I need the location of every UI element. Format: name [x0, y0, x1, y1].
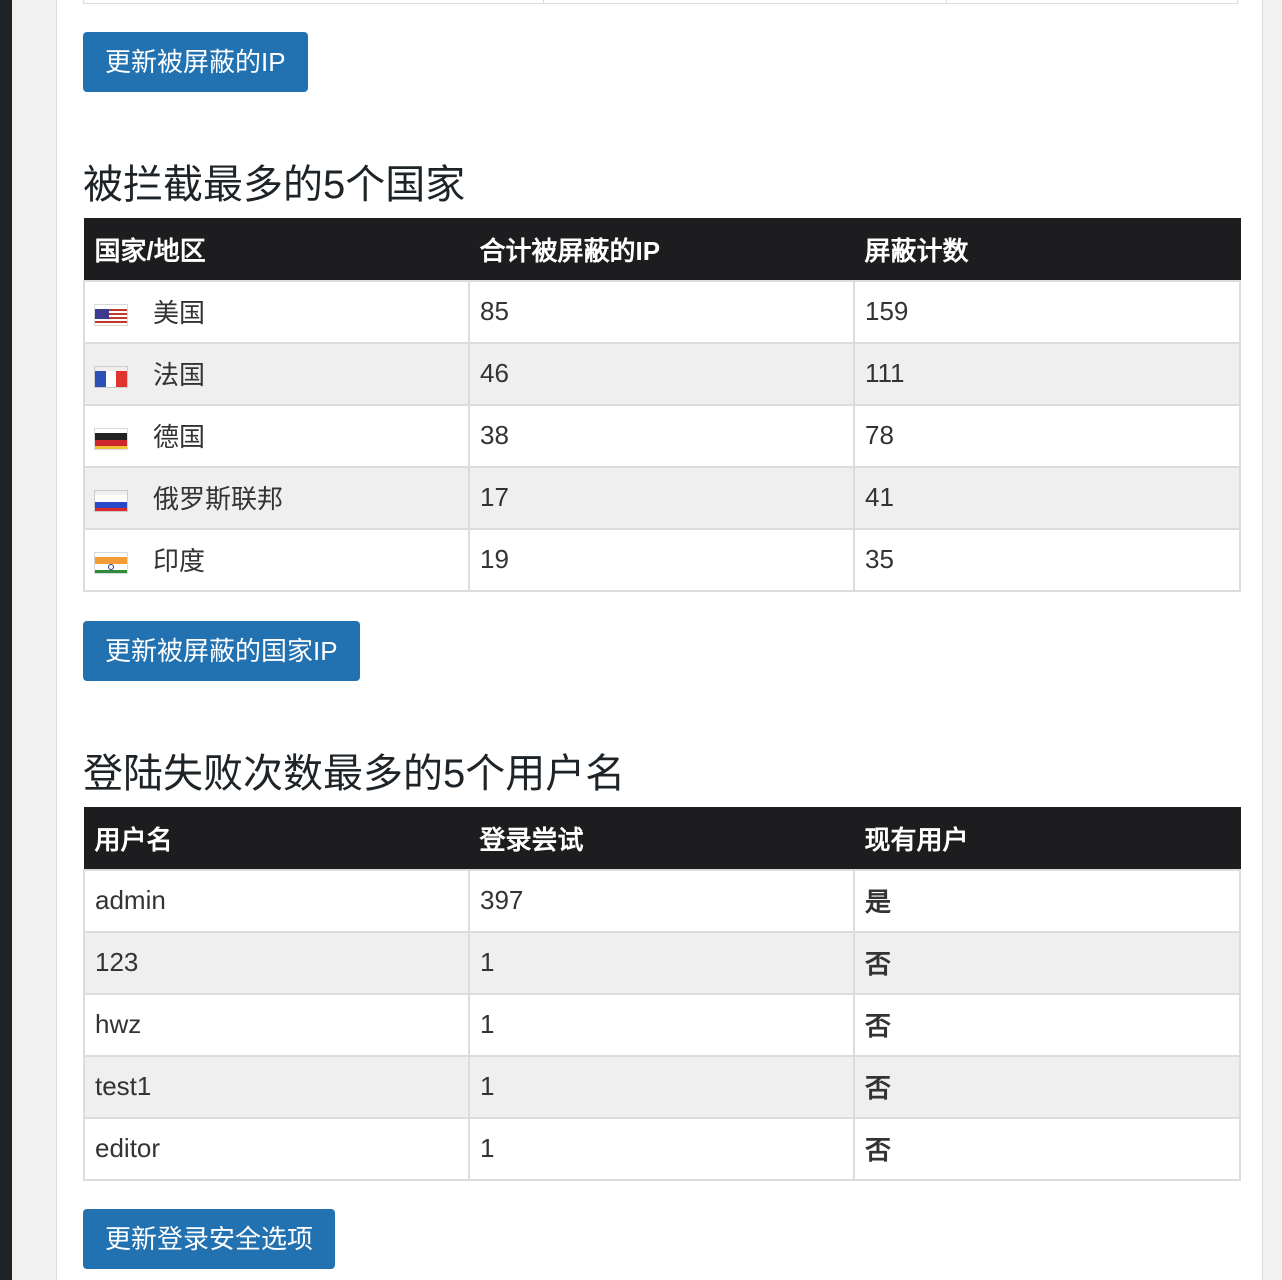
country-name: 印度 [153, 546, 206, 576]
username-cell: test1 [83, 1054, 470, 1119]
column-header-block-count: 屏蔽计数 [853, 218, 1241, 281]
attempts-cell: 1 [468, 1116, 855, 1181]
existing-user-status: 否 [853, 1116, 1241, 1181]
table-header-row: 用户名 登录尝试 现有用户 [83, 807, 1241, 870]
attempts-cell: 1 [468, 992, 855, 1057]
username-cell: hwz [83, 992, 470, 1057]
existing-user-status: 是 [853, 868, 1241, 933]
block-count-cell: 111 [853, 341, 1241, 406]
update-blocked-ip-button[interactable]: 更新被屏蔽的IP [83, 32, 308, 92]
blocked-ips-cell: 17 [468, 465, 855, 530]
top-countries-table: 国家/地区 合计被屏蔽的IP 屏蔽计数 美国 85 159 法国 46 111 … [83, 218, 1241, 592]
country-cell: 德国 [83, 403, 470, 468]
top-usernames-heading: 登陆失败次数最多的5个用户名 [83, 752, 626, 796]
table-row: 印度 19 35 [83, 527, 1241, 592]
table-row: 德国 38 78 [83, 403, 1241, 468]
table-row: 俄罗斯联邦 17 41 [83, 465, 1241, 530]
country-name: 俄罗斯联邦 [153, 484, 284, 514]
de-flag-icon [95, 429, 127, 450]
attempts-cell: 1 [468, 930, 855, 995]
country-name: 美国 [153, 298, 206, 328]
country-cell: 俄罗斯联邦 [83, 465, 470, 530]
blocked-ips-cell: 85 [468, 279, 855, 344]
column-header-login-attempts: 登录尝试 [468, 807, 855, 870]
table-header-row: 国家/地区 合计被屏蔽的IP 屏蔽计数 [83, 218, 1241, 281]
country-name: 德国 [153, 422, 206, 452]
block-count-cell: 159 [853, 279, 1241, 344]
column-header-country: 国家/地区 [83, 218, 470, 281]
table-row: 法国 46 111 [83, 341, 1241, 406]
update-login-security-button[interactable]: 更新登录安全选项 [83, 1209, 336, 1269]
in-flag-icon [95, 553, 127, 574]
username-cell: editor [83, 1116, 470, 1181]
column-header-existing-user: 现有用户 [853, 807, 1241, 870]
column-header-total-blocked-ips: 合计被屏蔽的IP [468, 218, 855, 281]
block-count-cell: 78 [853, 403, 1241, 468]
column-header-username: 用户名 [83, 807, 470, 870]
country-cell: 美国 [83, 279, 470, 344]
top-usernames-table: 用户名 登录尝试 现有用户 admin 397 是 123 1 否 hwz 1 … [83, 807, 1241, 1181]
attempts-cell: 1 [468, 1054, 855, 1119]
existing-user-status: 否 [853, 992, 1241, 1057]
country-name: 法国 [153, 360, 206, 390]
blocked-ips-cell: 46 [468, 341, 855, 406]
attempts-cell: 397 [468, 868, 855, 933]
existing-user-status: 否 [853, 1054, 1241, 1119]
table-row: 美国 85 159 [83, 279, 1241, 344]
ru-flag-icon [95, 491, 127, 512]
username-cell: 123 [83, 930, 470, 995]
username-cell: admin [83, 868, 470, 933]
update-blocked-country-ip-button[interactable]: 更新被屏蔽的国家IP [83, 621, 360, 681]
table-row: hwz 1 否 [83, 992, 1241, 1057]
existing-user-status: 否 [853, 930, 1241, 995]
admin-sidebar-edge [0, 0, 12, 1280]
table-row: test1 1 否 [83, 1054, 1241, 1119]
country-cell: 印度 [83, 527, 470, 592]
block-count-cell: 35 [853, 527, 1241, 592]
country-cell: 法国 [83, 341, 470, 406]
top-countries-heading: 被拦截最多的5个国家 [83, 163, 466, 207]
blocked-ips-cell: 19 [468, 527, 855, 592]
us-flag-icon [95, 305, 127, 326]
block-count-cell: 41 [853, 465, 1241, 530]
table-row: 123 1 否 [83, 930, 1241, 995]
table-row: editor 1 否 [83, 1116, 1241, 1181]
blocked-ips-cell: 38 [468, 403, 855, 468]
fr-flag-icon [95, 367, 127, 388]
previous-table-bottom [83, 0, 1238, 4]
content-panel: 更新被屏蔽的IP 被拦截最多的5个国家 国家/地区 合计被屏蔽的IP 屏蔽计数 [56, 0, 1263, 1280]
table-row: admin 397 是 [83, 868, 1241, 933]
